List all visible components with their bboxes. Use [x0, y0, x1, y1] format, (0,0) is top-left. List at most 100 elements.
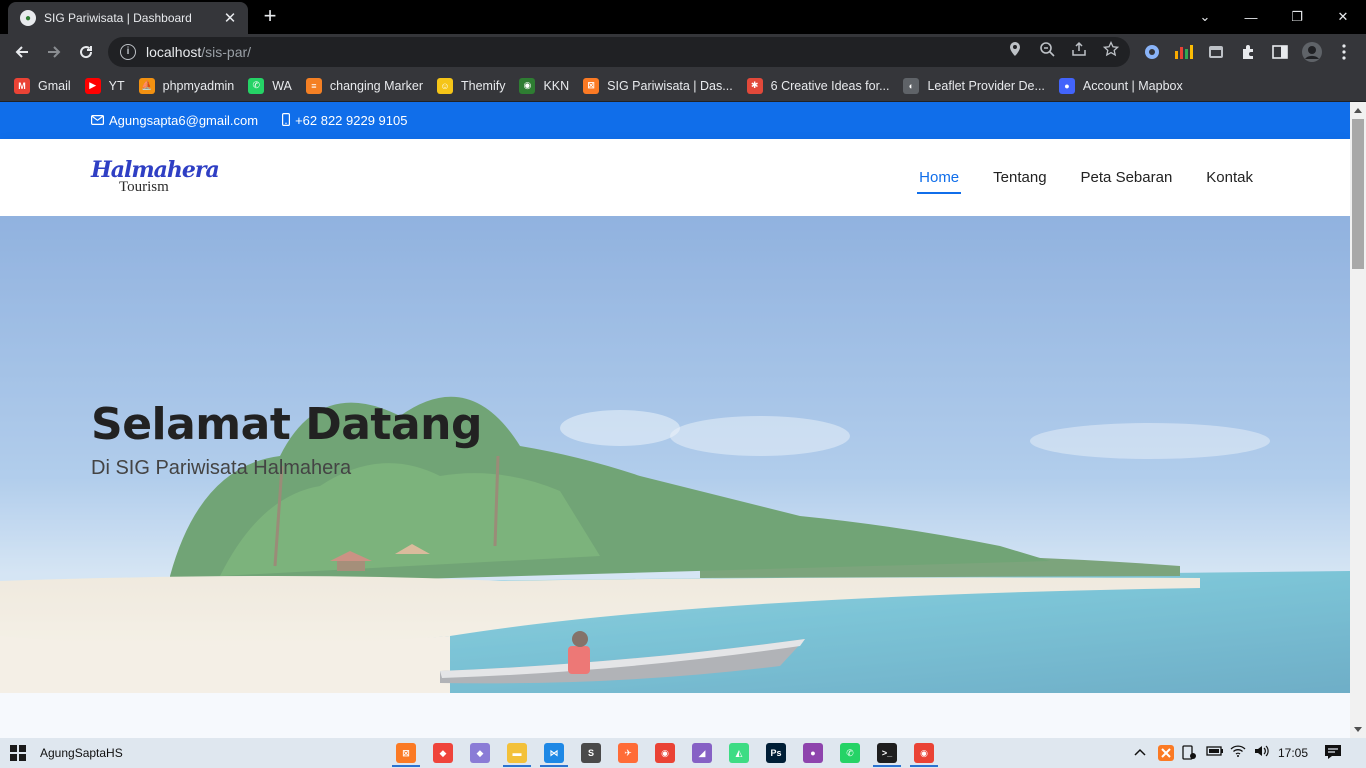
- taskbar-user-label[interactable]: AgungSaptaHS: [40, 746, 123, 760]
- gmail-icon: M: [14, 77, 30, 94]
- bookmark-label: Account | Mapbox: [1082, 78, 1183, 93]
- browser-tab[interactable]: ● SIG Pariwisata | Dashboard ✕: [8, 2, 248, 34]
- side-panel-icon[interactable]: [1270, 42, 1290, 62]
- phpmyadmin-icon: ⛵: [138, 77, 155, 94]
- bookmark-item[interactable]: ⊠ SIG Pariwisata | Das...: [583, 72, 741, 100]
- github-app-icon[interactable]: ●: [803, 743, 823, 763]
- main-nav: Home Tentang Peta Sebaran Kontak: [887, 139, 1255, 216]
- address-bar[interactable]: i localhost/sis-par/: [108, 37, 1130, 67]
- bookmarks-bar: M Gmail ▶ YT ⛵ phpmyadmin ✆ WA ≡ changing Marker ☺…: [0, 70, 1366, 102]
- profile-avatar[interactable]: [1302, 42, 1322, 62]
- new-tab-button[interactable]: +: [258, 5, 282, 29]
- hero-subtitle: Di SIG Pariwisata Halmahera: [91, 457, 352, 479]
- reload-button[interactable]: [72, 38, 100, 66]
- nav-tentang[interactable]: Tentang: [991, 163, 1048, 192]
- chrome-app-2-icon[interactable]: ◉: [914, 743, 934, 763]
- reload-icon: [80, 46, 93, 59]
- extensions-puzzle-icon[interactable]: [1238, 42, 1258, 62]
- scroll-up-arrow-icon[interactable]: [1354, 108, 1362, 113]
- extension-3-icon[interactable]: [1206, 42, 1226, 62]
- screen: ● SIG Pariwisata | Dashboard ✕ + ⌄ — ❐ ✕…: [0, 0, 1366, 768]
- close-window-button[interactable]: ✕: [1320, 0, 1366, 34]
- globe-icon: ◐: [903, 77, 920, 94]
- scroll-down-arrow-icon[interactable]: [1354, 727, 1362, 732]
- site-logo[interactable]: Halmahera Tourism: [91, 157, 220, 199]
- chrome-app-icon[interactable]: ◉: [655, 743, 675, 763]
- battery-icon[interactable]: [1206, 745, 1224, 760]
- bookmark-item[interactable]: ◐ Leaflet Provider De...: [903, 72, 1052, 100]
- whatsapp-app-icon[interactable]: ✆: [840, 743, 860, 763]
- bookmark-item[interactable]: ✱ 6 Creative Ideas for...: [746, 72, 898, 100]
- tray-device-icon[interactable]: [1182, 745, 1196, 764]
- page-scrollbar[interactable]: [1350, 102, 1366, 738]
- bookmark-item[interactable]: ◉ KKN: [519, 72, 577, 100]
- mapbox-icon: ●: [1058, 77, 1075, 94]
- sublime-app-icon[interactable]: S: [581, 743, 601, 763]
- cmd-app-icon[interactable]: >_: [877, 743, 897, 763]
- arrow-left-icon: [15, 46, 28, 58]
- phone-text: +62 822 9229 9105: [295, 113, 408, 128]
- browser-toolbar: i localhost/sis-par/: [0, 34, 1366, 70]
- nav-peta-sebaran[interactable]: Peta Sebaran: [1079, 163, 1175, 192]
- bookmark-item[interactable]: ● Account | Mapbox: [1058, 72, 1191, 100]
- photoshop-app-icon[interactable]: Ps: [766, 743, 786, 763]
- wifi-icon[interactable]: [1230, 745, 1246, 760]
- running-indicator: [503, 765, 531, 767]
- contact-phone[interactable]: +62 822 9229 9105: [282, 112, 408, 129]
- bookmark-item[interactable]: ▶ YT: [84, 72, 133, 100]
- hero-title: Selamat Datang: [91, 399, 482, 450]
- running-indicator: [873, 765, 901, 767]
- scrollbar-thumb[interactable]: [1352, 119, 1364, 269]
- envelope-icon: [91, 114, 105, 128]
- contact-email[interactable]: Agungsapta6@gmail.com: [91, 113, 258, 128]
- bookmark-label: YT: [108, 78, 125, 93]
- anydesk-app-icon[interactable]: ◆: [433, 743, 453, 763]
- kkn-icon: ◉: [519, 77, 536, 94]
- zoom-icon[interactable]: [1038, 41, 1056, 59]
- forward-button[interactable]: [40, 38, 68, 66]
- tray-chevron-up-icon[interactable]: [1134, 745, 1146, 759]
- location-icon[interactable]: [1006, 41, 1024, 59]
- back-button[interactable]: [8, 38, 36, 66]
- nav-home[interactable]: Home: [917, 163, 962, 194]
- whatsapp-icon: ✆: [248, 77, 265, 94]
- bookmark-label: Gmail: [38, 78, 71, 93]
- bookmark-item[interactable]: ⛵ phpmyadmin: [138, 72, 243, 100]
- extension-1-icon[interactable]: [1142, 42, 1162, 62]
- file-explorer-app-icon[interactable]: ▬: [507, 743, 527, 763]
- tray-xampp-icon[interactable]: [1158, 745, 1174, 764]
- site-info-icon[interactable]: i: [120, 44, 136, 60]
- site-header: Halmahera Tourism Home Tentang Peta Seba…: [0, 139, 1350, 216]
- bookmark-label: SIG Pariwisata | Das...: [607, 78, 733, 93]
- asterisk-icon: ✱: [746, 77, 763, 94]
- taskbar-clock[interactable]: 17:05: [1278, 746, 1308, 760]
- browser-menu-icon[interactable]: [1334, 42, 1354, 62]
- extension-2-icon[interactable]: [1174, 42, 1194, 62]
- vscode-app-icon[interactable]: ⋈: [544, 743, 564, 763]
- bookmark-star-icon[interactable]: [1102, 40, 1120, 59]
- notifications-icon[interactable]: [1325, 745, 1341, 762]
- bookmark-label: Leaflet Provider De...: [927, 78, 1045, 93]
- volume-icon[interactable]: [1254, 745, 1270, 760]
- windows-taskbar: AgungSaptaHS 17:05 ⊠ ◆ ◆ ▬ ⋈ S ✈ ◉ ◢ ◭ Ps ● ✆ >_ ◉: [0, 738, 1366, 768]
- xampp-app-icon[interactable]: ⊠: [396, 743, 416, 763]
- visual-studio-app-icon[interactable]: ◢: [692, 743, 712, 763]
- android-studio-app-icon[interactable]: ◭: [729, 743, 749, 763]
- bookmark-label: phpmyadmin: [162, 78, 235, 93]
- minimize-button[interactable]: —: [1228, 0, 1274, 34]
- bookmark-item[interactable]: ☺ Themify: [437, 72, 513, 100]
- url-host: localhost: [146, 44, 202, 60]
- postman-app-icon[interactable]: ✈: [618, 743, 638, 763]
- tab-search-icon[interactable]: ⌄: [1182, 0, 1228, 34]
- share-icon[interactable]: [1070, 41, 1088, 59]
- hero-overlay: [0, 216, 1350, 693]
- windows-start-icon[interactable]: [10, 745, 26, 761]
- tab-close-icon[interactable]: ✕: [222, 9, 238, 27]
- contact-topbar: Agungsapta6@gmail.com +62 822 9229 9105: [0, 102, 1350, 139]
- nav-kontak[interactable]: Kontak: [1204, 163, 1255, 192]
- git-app-icon[interactable]: ◆: [470, 743, 490, 763]
- bookmark-item[interactable]: M Gmail: [14, 72, 79, 100]
- bookmark-item[interactable]: ✆ WA: [248, 72, 300, 100]
- restore-button[interactable]: ❐: [1274, 0, 1320, 34]
- bookmark-item[interactable]: ≡ changing Marker: [305, 72, 431, 100]
